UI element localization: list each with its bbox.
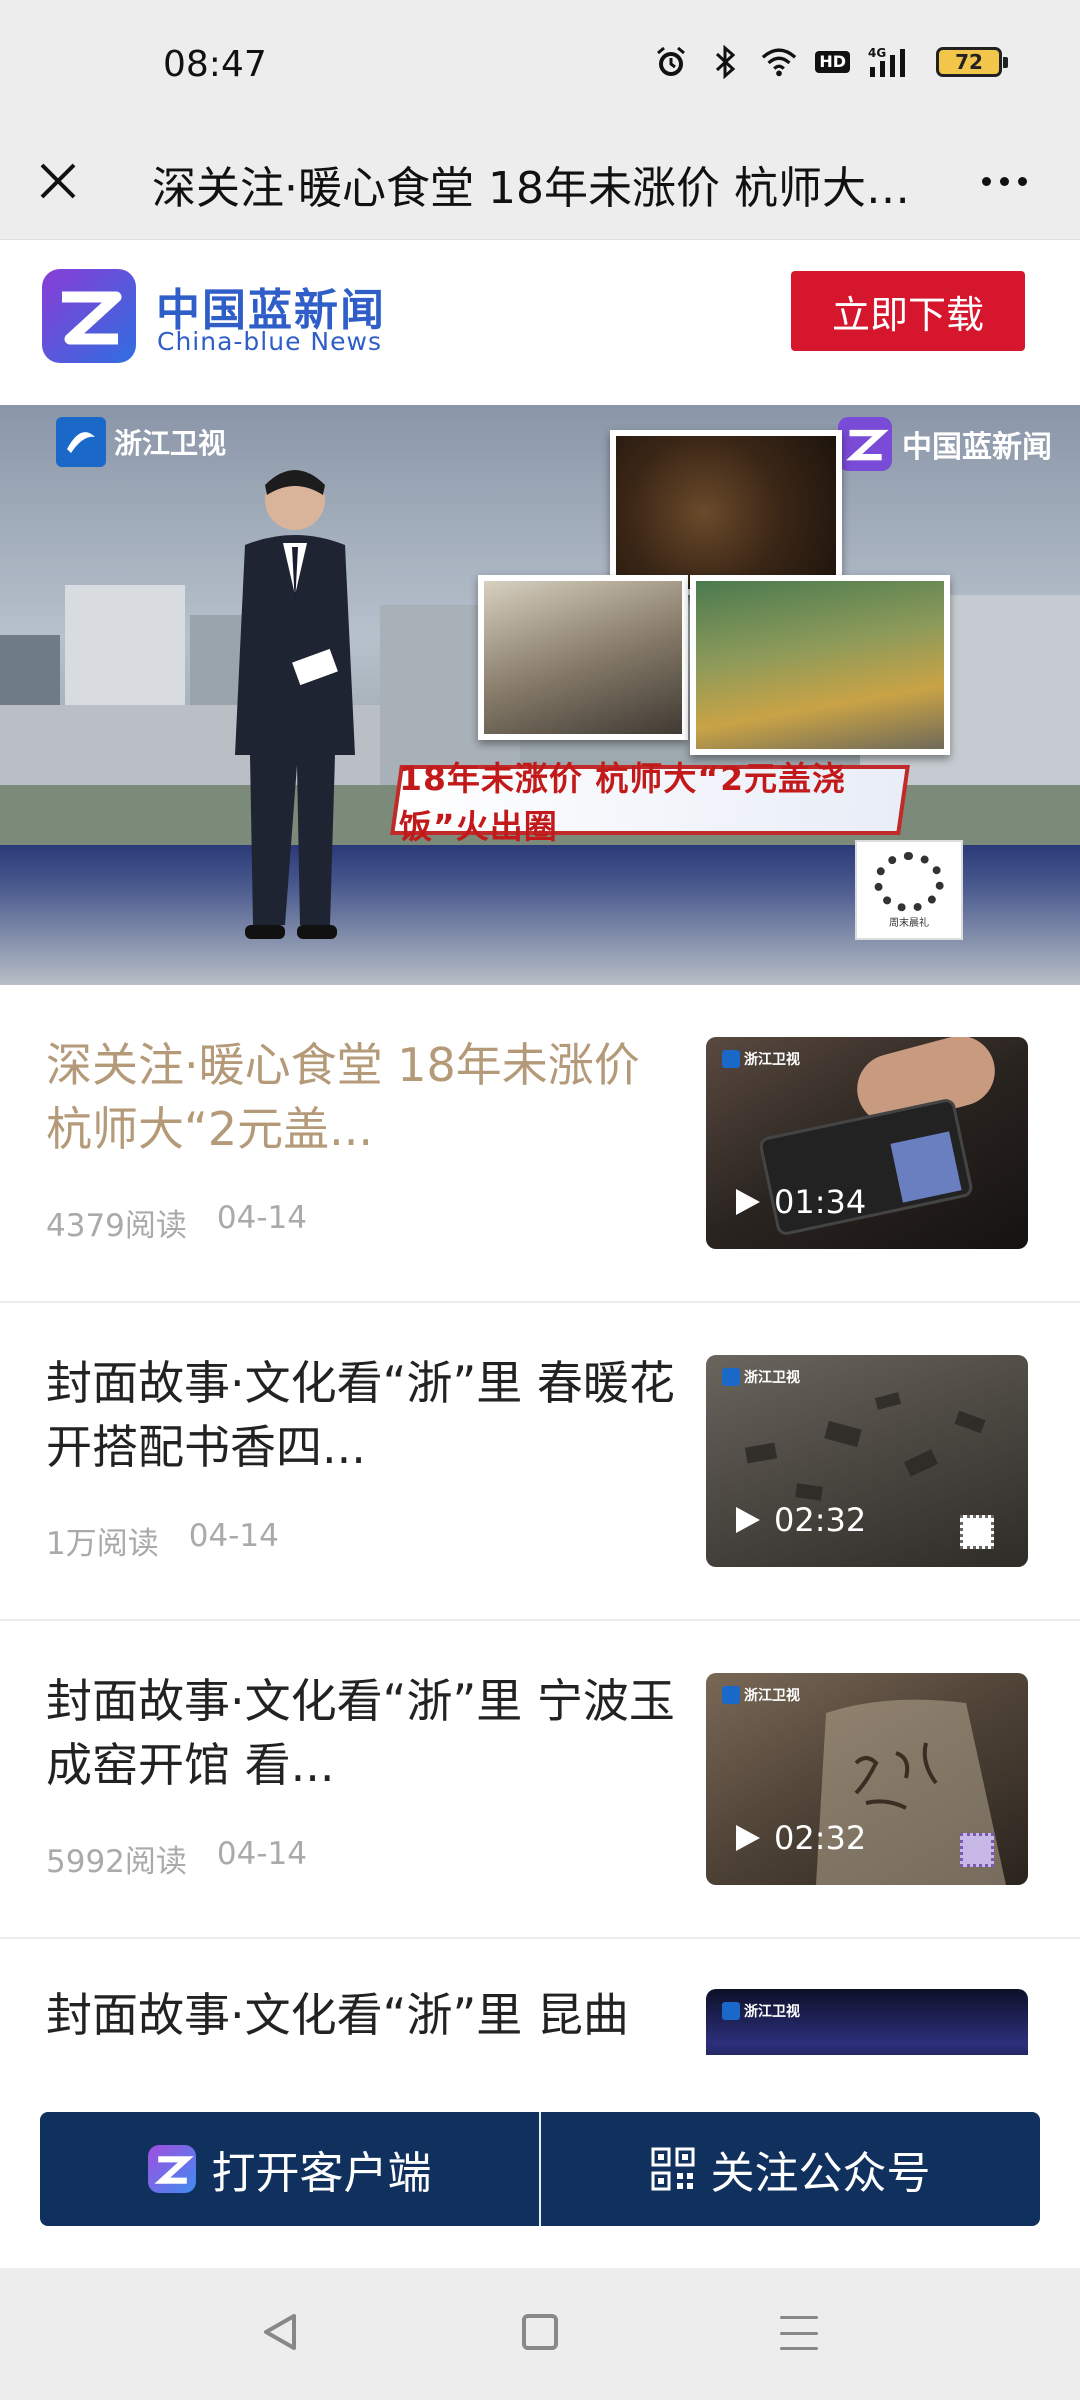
- news-meta: 5992阅读 04-14: [46, 1836, 307, 1881]
- play-icon: [736, 1189, 760, 1215]
- follow-account-button[interactable]: 关注公众号: [541, 2112, 1040, 2226]
- page-title: 深关注·暖心食堂 18年未涨价 杭师大“2元盖浇饭”火出圈: [152, 163, 932, 214]
- video-thumbnail[interactable]: 浙江卫视 02:32: [706, 1355, 1028, 1567]
- news-title: 封面故事·文化看“浙”里 昆曲: [46, 1988, 629, 2042]
- svg-text:4G: 4G: [868, 46, 886, 60]
- news-item[interactable]: 深关注·暖心食堂 18年未涨价 杭师大“2元盖... 4379阅读 04-14 …: [0, 985, 1080, 1303]
- video-duration: 01:34: [774, 1183, 867, 1221]
- china-blue-logo-icon: [42, 269, 136, 363]
- back-nav-icon[interactable]: [262, 2312, 298, 2352]
- channel-logo: 浙江卫视: [56, 417, 226, 467]
- title-bar: 深关注·暖心食堂 18年未涨价 杭师大“2元盖浇饭”火出圈: [0, 125, 1080, 240]
- canteen-photo: [478, 575, 688, 740]
- follow-account-label: 关注公众号: [710, 2148, 931, 2199]
- news-meta: 1万阅读 04-14: [46, 1518, 279, 1563]
- hero-headline-banner: 18年未涨价 杭师大“2元盖浇饭”火出圈: [390, 759, 910, 846]
- thumb-channel-badge: 浙江卫视: [722, 2001, 800, 2021]
- news-item[interactable]: 封面故事·文化看“浙”里 春暖花开搭配书香四... 1万阅读 04-14 浙江卫…: [0, 1303, 1080, 1621]
- read-count: 1万阅读: [46, 1526, 159, 1562]
- thumb-channel-badge: 浙江卫视: [722, 1685, 800, 1705]
- news-list: 深关注·暖心食堂 18年未涨价 杭师大“2元盖... 4379阅读 04-14 …: [0, 985, 1080, 2055]
- news-item[interactable]: 封面故事·文化看“浙”里 宁波玉成窑开馆 看... 5992阅读 04-14 浙…: [0, 1621, 1080, 1939]
- qr-code-icon: [651, 2147, 694, 2191]
- system-nav-bar: [0, 2268, 1080, 2400]
- watermark-logo-icon: [838, 417, 892, 471]
- download-button[interactable]: 立即下载: [791, 271, 1025, 351]
- read-count: 5992阅读: [46, 1844, 187, 1880]
- thumb-channel-badge: 浙江卫视: [722, 1367, 800, 1387]
- read-count: 4379阅读: [46, 1208, 187, 1244]
- home-nav-icon[interactable]: [522, 2314, 558, 2350]
- zhejiang-tv-logo-icon: [56, 417, 106, 467]
- play-icon: [736, 1507, 760, 1533]
- news-anchor: [235, 470, 355, 939]
- signal-icon: 4G: [868, 44, 918, 80]
- open-app-label: 打开客户端: [211, 2148, 432, 2199]
- news-title: 封面故事·文化看“浙”里 宁波玉成窑开馆 看...: [46, 1674, 675, 1792]
- hero-qr-code: 周末晨礼: [855, 840, 963, 940]
- thumb-qr-icon: [960, 1833, 994, 1867]
- video-thumbnail[interactable]: 浙江卫视 01:34: [706, 1037, 1028, 1249]
- food-photo: [610, 430, 842, 595]
- status-bar: 08:47 HD 4G 72: [0, 0, 1080, 125]
- qr-code-icon: [874, 851, 944, 912]
- video-thumbnail[interactable]: 浙江卫视 02:32: [706, 1673, 1028, 1885]
- open-app-button[interactable]: 打开客户端: [40, 2112, 539, 2226]
- play-overlay: 02:32: [734, 1819, 866, 1857]
- thumb-qr-icon: [960, 1515, 994, 1549]
- alarm-icon: [653, 44, 689, 80]
- hero-video[interactable]: 浙江卫视 中国蓝新闻 18年未涨价 杭师大“2元盖浇饭”火出圈 周末晨礼: [0, 405, 1080, 985]
- publish-date: 04-14: [216, 1200, 307, 1236]
- video-thumbnail[interactable]: 浙江卫视: [706, 1989, 1028, 2055]
- thumb-channel-badge: 浙江卫视: [722, 1049, 800, 1069]
- play-overlay: 01:34: [734, 1183, 866, 1221]
- brand-watermark-text: 中国蓝新闻: [902, 430, 1052, 465]
- news-meta: 4379阅读 04-14: [46, 1200, 307, 1245]
- qr-caption: 周末晨礼: [889, 917, 929, 929]
- close-icon: [40, 163, 76, 199]
- battery-icon: 72: [936, 47, 1008, 77]
- close-button[interactable]: [28, 151, 88, 211]
- video-duration: 02:32: [774, 1501, 867, 1539]
- news-title: 封面故事·文化看“浙”里 春暖花开搭配书香四...: [46, 1356, 675, 1474]
- publish-date: 04-14: [216, 1836, 307, 1872]
- app-logo-icon: [147, 2145, 196, 2193]
- hero-headline-text: 18年未涨价 杭师大“2元盖浇饭”火出圈: [399, 759, 847, 846]
- play-overlay: 02:32: [734, 1501, 866, 1539]
- recents-nav-icon[interactable]: [780, 2316, 818, 2350]
- more-icon: [981, 176, 1027, 186]
- news-item[interactable]: 封面故事·文化看“浙”里 昆曲 浙江卫视: [0, 1939, 1080, 2055]
- more-button[interactable]: [968, 151, 1040, 211]
- play-icon: [736, 1825, 760, 1851]
- brand-bar: 中国蓝新闻 China-blue News 立即下载: [0, 240, 1080, 405]
- brand-name-en: China-blue News: [157, 327, 382, 356]
- status-icons: HD 4G 72: [653, 44, 1008, 80]
- bluetooth-icon: [707, 44, 743, 80]
- wifi-icon: [761, 44, 797, 80]
- publish-date: 04-14: [188, 1518, 279, 1554]
- serving-photo: [690, 575, 950, 755]
- video-duration: 02:32: [774, 1819, 867, 1857]
- hd-icon: HD: [815, 51, 850, 73]
- brand-watermark: 中国蓝新闻: [838, 417, 1052, 471]
- news-title: 深关注·暖心食堂 18年未涨价 杭师大“2元盖...: [46, 1038, 640, 1156]
- status-time: 08:47: [163, 44, 267, 85]
- action-bar: 打开客户端 关注公众号: [40, 2112, 1040, 2226]
- thumb-screen: [890, 1131, 962, 1203]
